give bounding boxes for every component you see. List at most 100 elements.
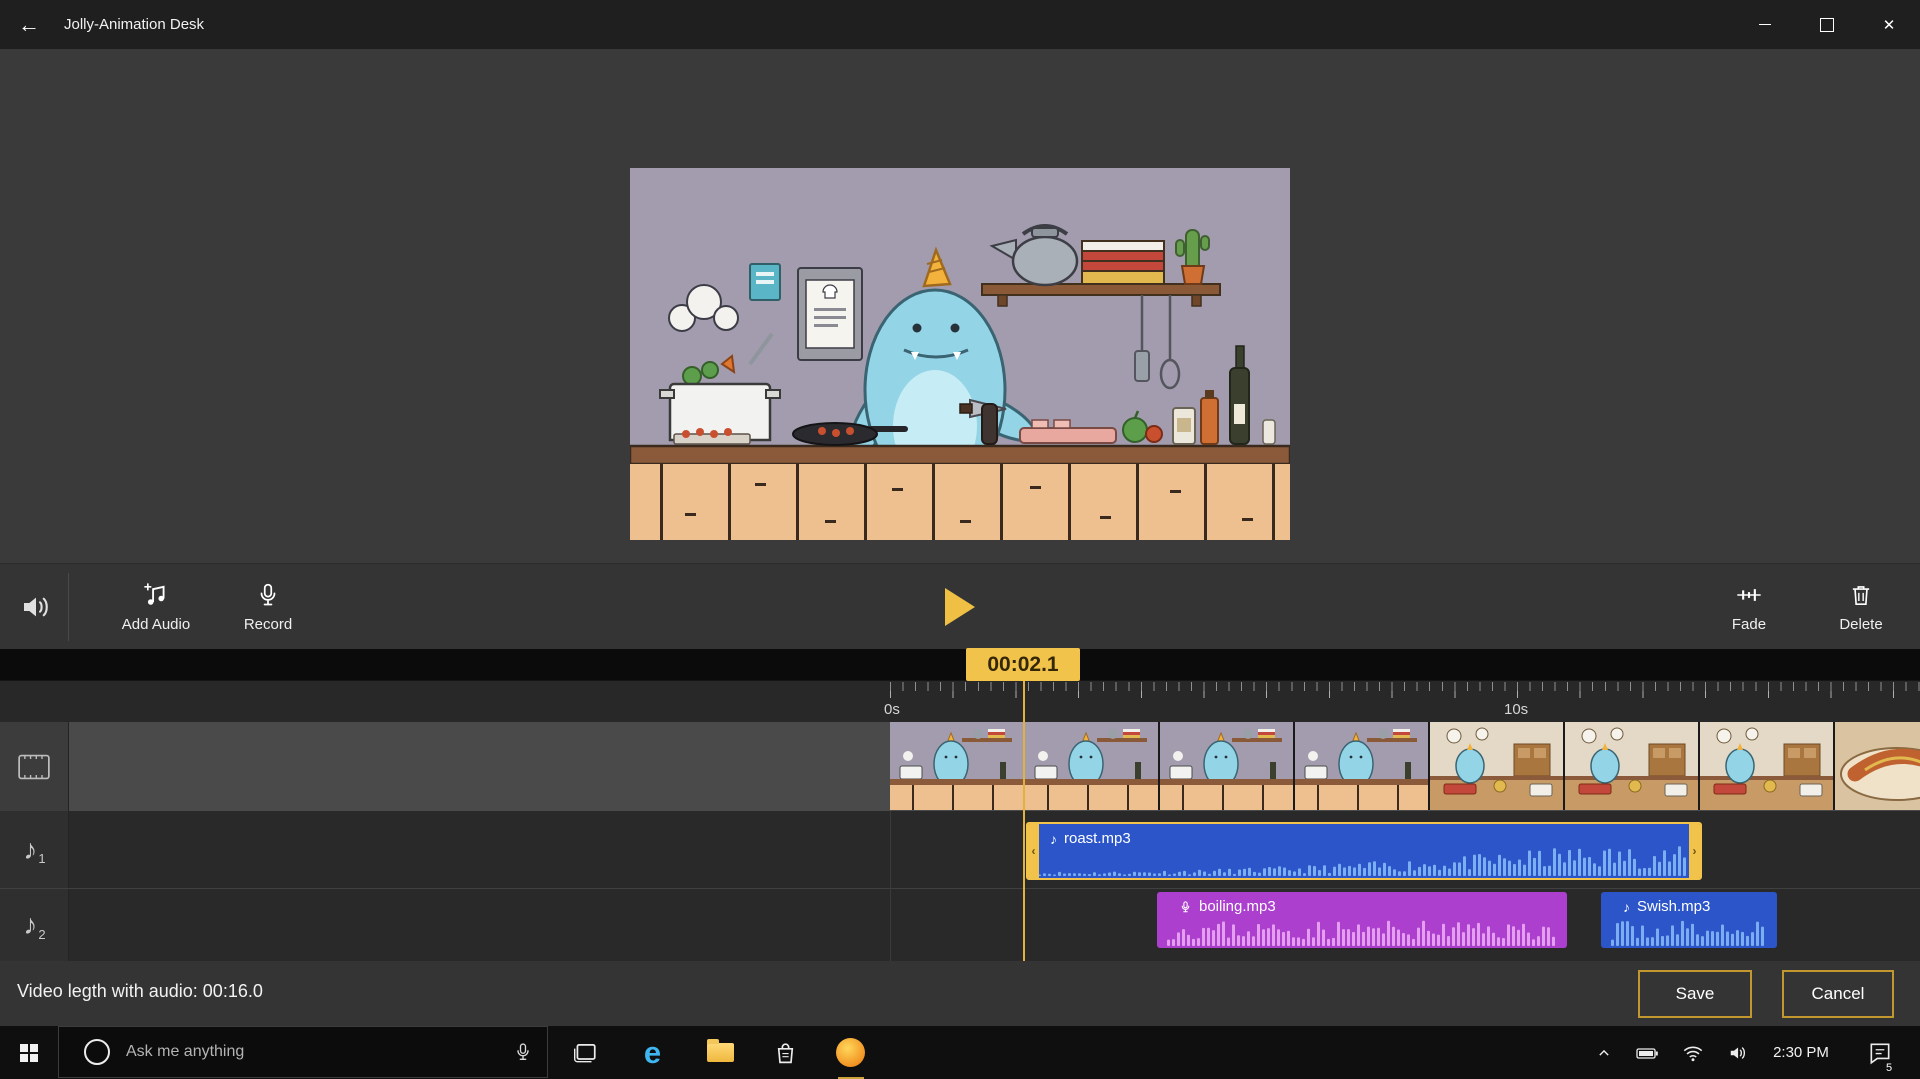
battery-icon [1635,1041,1659,1065]
audio-track-1-header: ♪1 [0,811,69,888]
track-number: 2 [38,927,45,942]
shopping-bag-icon [773,1040,798,1066]
toolbar-divider [68,573,69,641]
microphone-icon [255,581,281,609]
ruler-label-10s: 10s [1504,701,1528,718]
store-button[interactable] [759,1026,812,1079]
microphone-icon [513,1041,533,1063]
edge-icon: e [644,1037,661,1068]
waveform [1167,916,1557,946]
add-audio-label: Add Audio [122,616,190,633]
maximize-button[interactable] [1796,0,1858,49]
volume-status[interactable] [1718,1026,1760,1079]
clip-label: boiling.mp3 [1179,898,1276,915]
footer-bar: Video legth with audio: 00:16.0 Save Can… [0,961,1920,1026]
video-frame-thumbnail[interactable] [1295,722,1430,810]
folder-icon [707,1043,734,1062]
delete-button[interactable]: Delete [1816,564,1906,650]
taskbar-clock[interactable]: 2:30 PM [1762,1026,1840,1079]
video-length-status: Video legth with audio: 00:16.0 [17,981,263,1002]
titlebar: ← Jolly-Animation Desk ✕ [0,0,1920,49]
audio-toolbar: Add Audio Record Fade Delete [0,563,1920,650]
trash-icon [1848,581,1874,609]
timeline-origin-line [890,811,891,961]
search-input[interactable] [124,1042,513,1062]
app-title: Jolly-Animation Desk [64,16,204,33]
preview-area [0,49,1920,563]
windows-logo-icon [20,1044,38,1062]
ruler-label-0s: 0s [884,701,900,718]
cancel-button[interactable]: Cancel [1782,970,1894,1018]
video-frame-thumbnail[interactable] [1430,722,1565,810]
search-mic-button[interactable] [513,1041,533,1063]
trim-handle-right[interactable]: › [1689,824,1700,878]
video-frame-thumbnail[interactable] [1835,722,1920,810]
video-frame-thumbnail[interactable] [1565,722,1700,810]
playhead[interactable] [1023,680,1025,961]
add-audio-button[interactable]: Add Audio [110,564,202,650]
speaker-icon [20,591,52,623]
video-frame-thumbnail[interactable] [890,722,1025,810]
windows-taskbar: e [0,1026,1920,1079]
record-label: Record [244,616,292,633]
task-view-icon [572,1040,598,1066]
battery-status[interactable] [1626,1026,1668,1079]
music-note-icon: ♪ [23,911,37,939]
file-explorer-button[interactable] [694,1026,747,1079]
video-frame-thumbnails[interactable] [890,722,1920,810]
cortana-search-box[interactable] [58,1026,548,1078]
fade-button[interactable]: Fade [1704,564,1794,650]
chevron-up-icon [1594,1043,1614,1063]
music-note-icon: ♪ [23,836,37,864]
timeline-ruler[interactable]: 0s 10s [0,680,1920,723]
trim-handle-left[interactable]: ‹ [1028,824,1039,878]
music-note-icon: ♪ [1623,899,1630,915]
mute-button[interactable] [12,564,60,650]
animation-app-icon [836,1038,865,1067]
app-window: ← Jolly-Animation Desk ✕ [0,0,1920,1079]
notification-count-badge: 5 [1886,1062,1892,1074]
close-icon: ✕ [1883,16,1896,34]
time-strip [0,649,1920,680]
minimize-button[interactable] [1734,0,1796,49]
track-number: 1 [38,851,45,866]
video-frame-thumbnail[interactable] [1700,722,1835,810]
tray-expand-button[interactable] [1583,1026,1625,1079]
back-arrow-icon: ← [18,12,40,38]
video-frame-thumbnail[interactable] [1025,722,1160,810]
task-view-button[interactable] [558,1026,611,1079]
clip-name: roast.mp3 [1064,830,1131,847]
clip-label: ♪ Swish.mp3 [1623,898,1710,915]
current-time-badge[interactable]: 00:02.1 [966,648,1080,681]
video-track-header [0,722,69,811]
save-button[interactable]: Save [1638,970,1752,1018]
add-audio-icon [142,581,170,609]
clip-name: boiling.mp3 [1199,898,1276,915]
play-button[interactable] [945,588,975,626]
clip-name: Swish.mp3 [1637,898,1710,915]
start-button[interactable] [0,1026,58,1079]
audio-track-2-header: ♪2 [0,889,69,961]
window-controls: ✕ [1734,0,1920,49]
animation-app-button[interactable] [824,1026,877,1079]
close-button[interactable]: ✕ [1858,0,1920,49]
music-note-icon: ♪ [1050,831,1057,847]
microphone-icon [1179,899,1192,915]
audio-clip-roast[interactable]: ♪ roast.mp3 ‹ › [1026,822,1702,880]
waveform [1038,846,1690,876]
video-frame-thumbnail[interactable] [1160,722,1295,810]
audio-clip-boiling[interactable]: boiling.mp3 [1157,892,1567,948]
video-track[interactable] [0,722,1920,811]
edge-browser-button[interactable]: e [626,1026,679,1079]
back-button[interactable]: ← [0,0,58,49]
network-status[interactable] [1672,1026,1714,1079]
waveform [1611,916,1767,946]
record-button[interactable]: Record [222,564,314,650]
action-center-button[interactable] [1854,1026,1906,1079]
kitchen-scene-illustration [630,168,1290,540]
speaker-icon [1728,1042,1750,1064]
video-preview [630,168,1290,540]
delete-label: Delete [1839,616,1882,633]
minimize-icon [1759,24,1771,25]
audio-clip-swish[interactable]: ♪ Swish.mp3 [1601,892,1777,948]
